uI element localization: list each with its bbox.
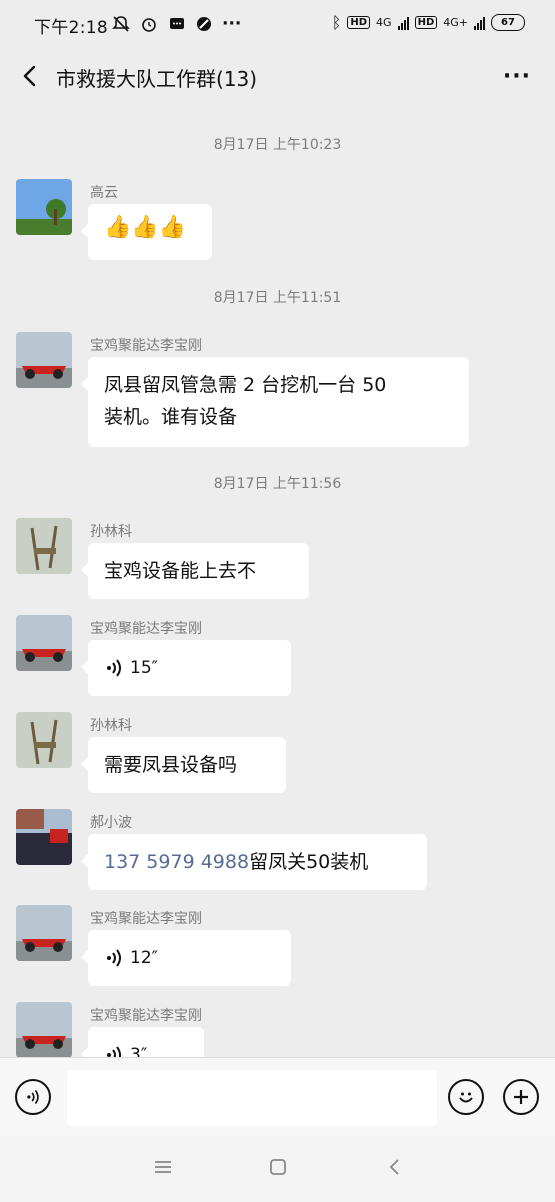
message-bubble[interactable]: 需要凤县设备吗: [81, 737, 286, 793]
chat-messages[interactable]: 8月17日 上午10:23 高云 👍👍👍 8月17日 上午11:51 宝鸡聚能达…: [0, 106, 555, 1057]
timestamp: 8月17日 上午10:23: [213, 137, 342, 153]
voice-duration: 3″: [130, 1045, 148, 1057]
message-bubble[interactable]: 凤县留凤管急需 2 台挖机一台 50 装机。谁有设备: [81, 357, 469, 447]
voice-message-bubble[interactable]: 12″: [81, 930, 291, 986]
voice-duration: 15″: [130, 658, 158, 678]
avatar[interactable]: [16, 615, 72, 671]
status-left-icons: ···: [112, 14, 241, 34]
status-bar: 下午2:18 ··· ᛒ HD 4G HD 4G+ 67: [0, 0, 555, 48]
voice-wave-icon: [107, 1046, 121, 1057]
message-text-line: 凤县留凤管急需 2 台挖机一台 50: [104, 374, 387, 396]
sender-name: 郝小波: [90, 815, 132, 831]
sender-name: 孙林科: [90, 718, 132, 734]
message-bubble[interactable]: 👍👍👍: [81, 204, 212, 260]
bluetooth-icon: ᛒ: [331, 13, 342, 32]
message-icon: [170, 18, 184, 29]
more-icon[interactable]: ···: [503, 64, 531, 89]
message-text: 留凤关50装机: [249, 851, 369, 873]
avatar[interactable]: [16, 1002, 72, 1057]
status-time: 下午2:18: [34, 18, 108, 38]
input-bar: [0, 1057, 555, 1137]
message-bubble[interactable]: 宝鸡设备能上去不: [81, 543, 309, 599]
home-icon[interactable]: [269, 1158, 287, 1176]
voice-wave-icon: [107, 659, 121, 677]
system-nav-bar: [0, 1136, 555, 1202]
voice-message-bubble[interactable]: 15″: [81, 640, 291, 696]
voice-message-bubble[interactable]: 3″: [81, 1027, 204, 1057]
phone-number-link[interactable]: 137 5979 4988: [104, 851, 249, 873]
mute-icon: [112, 16, 130, 32]
message-input[interactable]: [67, 1070, 437, 1126]
timestamp: 8月17日 上午11:56: [213, 476, 342, 492]
plus-icon[interactable]: [503, 1079, 539, 1115]
timestamp: 8月17日 上午11:51: [213, 290, 342, 306]
hd-badge-1: HD: [347, 16, 371, 29]
chat-header: 市救援大队工作群(13) ···: [0, 48, 555, 106]
hd-badge-2: HD: [414, 16, 438, 29]
more-notifications-icon: ···: [222, 14, 242, 34]
avatar[interactable]: [16, 179, 72, 235]
block-icon: [197, 17, 211, 31]
avatar[interactable]: [16, 332, 72, 388]
signal-icon-2: [474, 16, 485, 30]
sender-name: 宝鸡聚能达李宝刚: [90, 911, 202, 927]
battery-icon: 67: [491, 14, 525, 31]
avatar[interactable]: [16, 905, 72, 961]
signal-icon-1: [397, 16, 409, 30]
back-nav-icon[interactable]: [386, 1158, 404, 1176]
voice-wave-icon: [107, 949, 121, 967]
message-text: 宝鸡设备能上去不: [104, 560, 257, 582]
network-label-2: 4G+: [443, 16, 468, 29]
menu-icon[interactable]: [154, 1158, 172, 1176]
network-label-1: 4G: [376, 16, 392, 29]
message-text-line: 装机。谁有设备: [104, 406, 238, 428]
avatar[interactable]: [16, 712, 72, 768]
voice-icon[interactable]: [15, 1079, 51, 1115]
chat-title: 市救援大队工作群(13): [56, 67, 258, 91]
sender-name: 高云: [90, 185, 118, 201]
status-right-icons: ᛒ HD 4G HD 4G+ 67: [332, 13, 525, 32]
back-arrow-icon[interactable]: [16, 62, 44, 90]
sender-name: 宝鸡聚能达李宝刚: [90, 1008, 202, 1024]
avatar[interactable]: [16, 809, 72, 865]
message-text: 需要凤县设备吗: [104, 754, 238, 776]
voice-duration: 12″: [130, 948, 158, 968]
message-bubble[interactable]: 137 5979 4988留凤关50装机: [81, 834, 427, 890]
sender-name: 宝鸡聚能达李宝刚: [90, 621, 202, 637]
alarm-icon: [142, 18, 156, 32]
emoji-icon[interactable]: [448, 1079, 484, 1115]
avatar[interactable]: [16, 518, 72, 574]
message-text: 👍👍👍: [104, 215, 187, 240]
sender-name: 宝鸡聚能达李宝刚: [90, 338, 202, 354]
sender-name: 孙林科: [90, 524, 132, 540]
